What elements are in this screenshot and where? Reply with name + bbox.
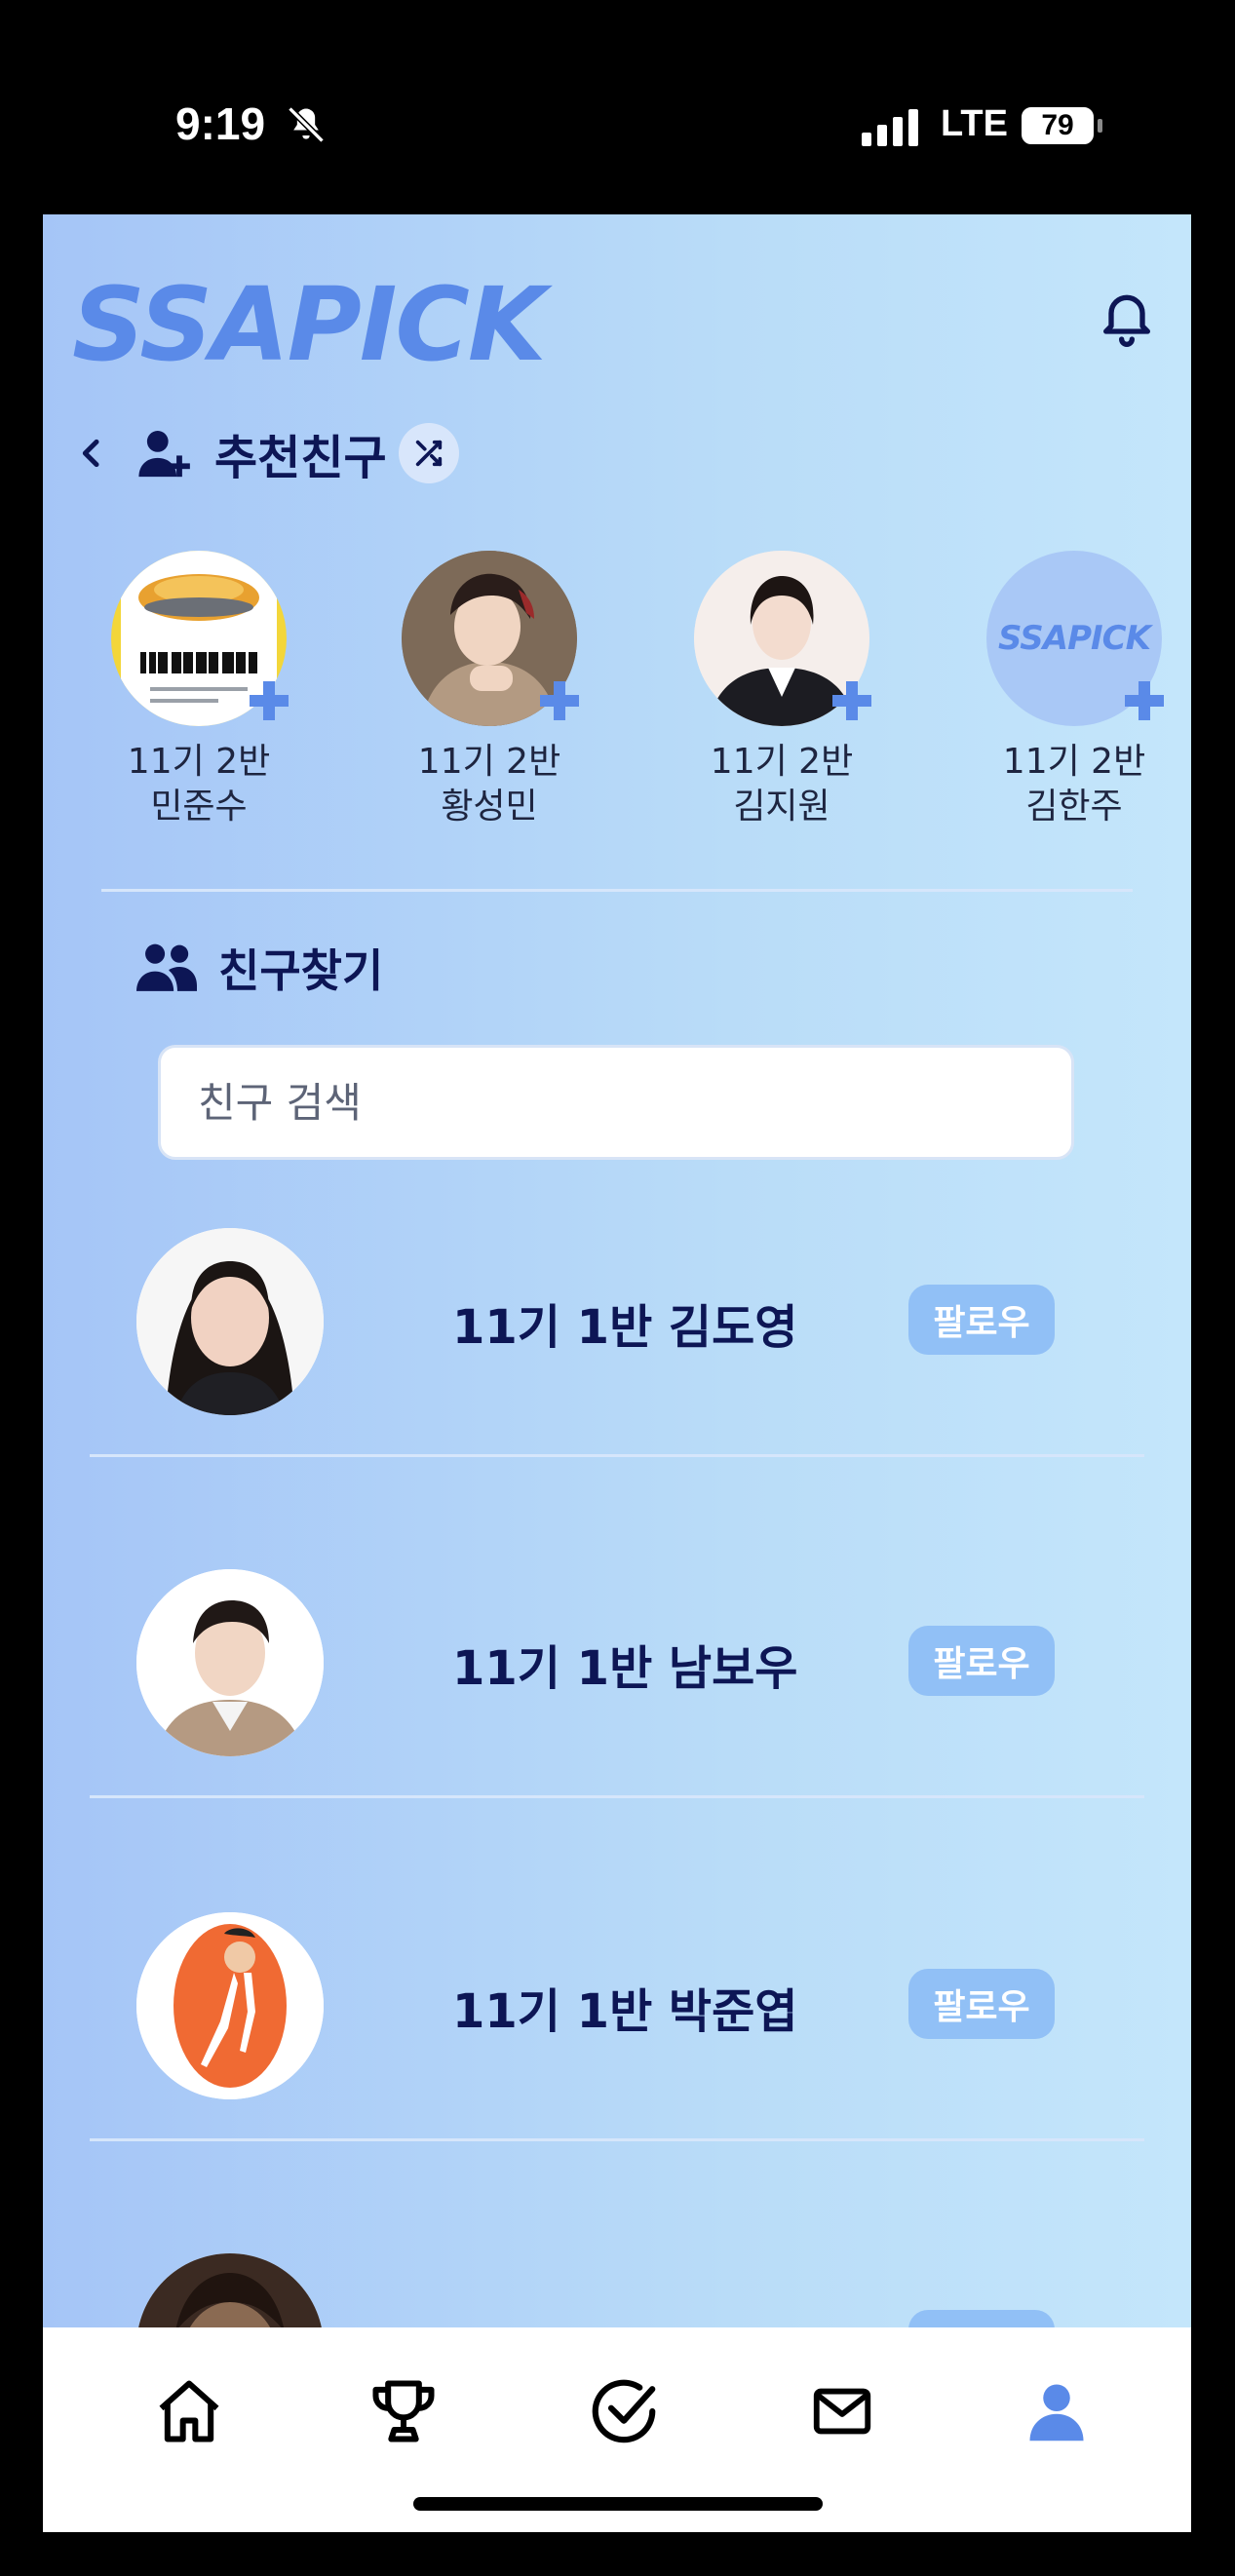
avatar [402, 551, 579, 726]
check-icon [592, 2379, 656, 2443]
friend-cohort: 11기 2반 [127, 742, 271, 782]
list-item: 11기 1반 박준엽 팔로우 [136, 1903, 1111, 2099]
network-type: LTE [941, 103, 1008, 144]
find-friends-header: 친구찾기 [136, 936, 383, 1000]
silent-mode-icon [288, 106, 325, 143]
follow-button[interactable]: 팔로우 [908, 1626, 1055, 1696]
friend-label: 11기 1반 박준엽 [452, 1984, 798, 2039]
avatar: SSAPICK [986, 551, 1164, 726]
friend-cohort: 11기 2반 [417, 742, 561, 782]
tab-profile[interactable] [1018, 2372, 1096, 2450]
friend-name: 김한주 [1025, 787, 1123, 827]
battery-icon: 79 [1022, 107, 1094, 144]
battery-level: 79 [1041, 109, 1074, 141]
profile-photo [136, 2253, 324, 2329]
recommended-friend[interactable]: 11기 2반황성민 [392, 551, 587, 829]
profile-icon [1029, 2384, 1084, 2441]
shuffle-button[interactable] [398, 423, 459, 483]
status-time: 9:19 [175, 98, 266, 149]
avatar [694, 551, 871, 726]
friend-cohort: 11기 2반 [710, 742, 854, 782]
status-bar: 9:19 LTE 79 [0, 0, 1235, 214]
trophy-icon [372, 2380, 435, 2442]
recommend-title: 추천친구 [214, 431, 387, 485]
list-item: 11기 1반 남보우 팔로우 [136, 1559, 1111, 1756]
list-item: 11기 1반 김도영 팔로우 [136, 1218, 1111, 1415]
notification-bell-icon[interactable] [1096, 285, 1158, 347]
divider [90, 1795, 1144, 1798]
add-icon[interactable] [536, 677, 583, 724]
avatar[interactable] [136, 1228, 324, 1415]
ssapick-logo: SSAPICK [998, 619, 1151, 658]
follow-button[interactable]: 팔로우 [908, 2310, 1055, 2329]
recommend-header: 추천친구 [72, 419, 459, 487]
app-logo[interactable]: SSAPICK [72, 265, 546, 384]
list-item: 11기 1반 박건우 팔로우 [136, 2244, 1111, 2329]
divider [101, 889, 1133, 892]
tab-home[interactable] [150, 2372, 228, 2450]
back-arrow-icon[interactable] [72, 434, 111, 473]
friend-search-input[interactable] [158, 1045, 1074, 1160]
profile-photo [136, 1569, 324, 1756]
users-icon [136, 943, 197, 991]
app-screen: SSAPICK 추천친구 11기 2반 민준수 11기 2반 황성민 11기 2… [43, 214, 1191, 2329]
divider [90, 1454, 1144, 1457]
avatar[interactable] [136, 1569, 324, 1756]
friend-name: 김지원 [733, 787, 830, 827]
phone-frame: 9:19 LTE 79 SSAPICK 추천친구 11기 2반 민준수 11기 … [0, 0, 1235, 2576]
profile-photo [136, 1228, 324, 1415]
recommended-friend[interactable]: 11기 2반민준수 [101, 551, 296, 829]
recommended-friend[interactable]: 11기 2반김지원 [684, 551, 879, 829]
tab-messages[interactable] [803, 2372, 881, 2450]
tab-ranking[interactable] [365, 2372, 443, 2450]
add-icon[interactable] [829, 677, 875, 724]
home-indicator[interactable] [413, 2497, 823, 2511]
shuffle-icon [415, 440, 442, 467]
friend-name: 황성민 [441, 787, 538, 827]
tab-vote[interactable] [585, 2372, 663, 2450]
avatar[interactable] [136, 2253, 324, 2329]
add-icon[interactable] [246, 677, 292, 724]
find-friends-title: 친구찾기 [218, 944, 384, 997]
recommended-friend[interactable]: SSAPICK 11기 2반김한주 [977, 551, 1172, 829]
avatar[interactable] [136, 1912, 324, 2099]
battery-tip [1098, 119, 1102, 133]
avatar [111, 551, 289, 726]
profile-photo [136, 1912, 324, 2099]
home-icon [159, 2380, 219, 2442]
follow-button[interactable]: 팔로우 [908, 1969, 1055, 2039]
add-friend-icon [138, 431, 190, 478]
divider [90, 2138, 1144, 2141]
mail-icon [813, 2388, 871, 2435]
friend-label: 11기 1반 남보우 [452, 1641, 798, 1696]
signal-strength-icon [862, 107, 918, 146]
friend-label: 11기 1반 김도영 [452, 1300, 798, 1355]
add-icon[interactable] [1121, 677, 1168, 724]
friend-cohort: 11기 2반 [1002, 742, 1146, 782]
friend-name: 민준수 [150, 787, 248, 827]
follow-button[interactable]: 팔로우 [908, 1285, 1055, 1355]
